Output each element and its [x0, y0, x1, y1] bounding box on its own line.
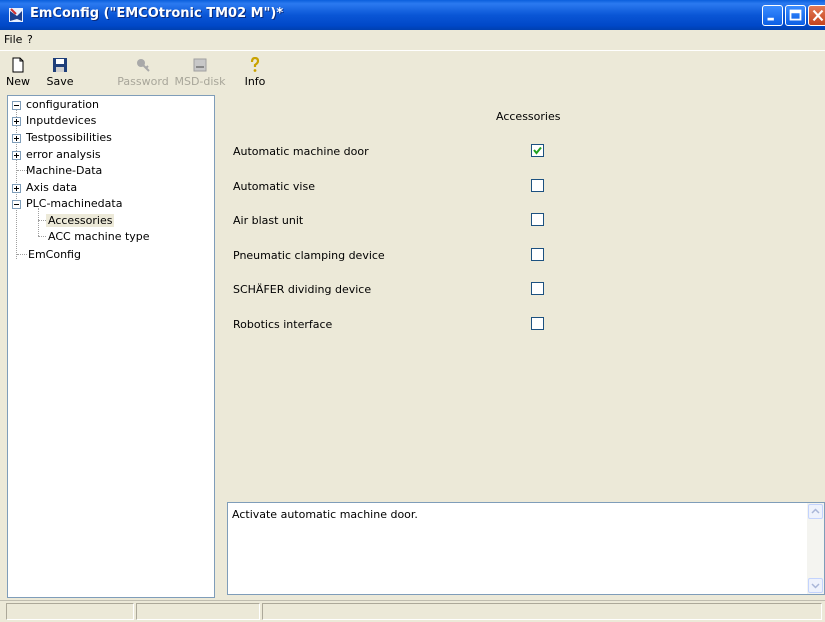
menu-file[interactable]: File: [4, 33, 22, 46]
info-label: Info: [244, 75, 266, 88]
tree-item-accessories[interactable]: Accessories: [46, 213, 115, 229]
tree-item-label: Testpossibilities: [26, 131, 112, 144]
tree-line: [38, 208, 40, 236]
info-button[interactable]: Info: [240, 55, 270, 93]
scroll-up-button[interactable]: [808, 504, 823, 519]
chevron-down-icon: [811, 583, 820, 589]
description-text: Activate automatic machine door.: [232, 508, 418, 521]
tree-item-acc-machine-type[interactable]: ACC machine type: [48, 229, 150, 245]
tree-item-label: Machine-Data: [26, 164, 103, 177]
expand-icon[interactable]: [12, 184, 21, 193]
pneumatic-clamping-device-checkbox[interactable]: [531, 248, 544, 261]
expand-icon[interactable]: [12, 134, 21, 143]
tree-line: [38, 220, 46, 222]
close-icon: [812, 9, 824, 22]
close-button[interactable]: [808, 5, 825, 26]
collapse-icon[interactable]: [12, 200, 21, 209]
question-mark-icon: [250, 57, 260, 72]
option-label: Automatic vise: [233, 180, 315, 193]
automatic-vise-checkbox[interactable]: [531, 179, 544, 192]
tree-item-label: PLC-machinedata: [26, 197, 123, 210]
status-bar: [0, 600, 825, 622]
tree-item-label: Axis data: [26, 181, 78, 194]
minimize-icon: [767, 17, 774, 21]
title-bar: EmConfig ("EMCOtronic TM02 M")*: [0, 0, 825, 30]
tree-item-testpossibilities[interactable]: Testpossibilities: [12, 130, 112, 146]
tree-item-label: error analysis: [26, 148, 101, 161]
new-document-icon: [12, 57, 24, 73]
disk-drive-icon: [193, 58, 207, 72]
tree-item-label: Inputdevices: [26, 114, 97, 127]
tree-item-inputdevices[interactable]: Inputdevices: [12, 113, 96, 129]
tree-item-machine-data[interactable]: Machine-Data: [26, 163, 102, 179]
vertical-scrollbar[interactable]: [807, 503, 824, 594]
check-icon: [533, 146, 542, 155]
tree-item-plc-machinedata[interactable]: PLC-machinedata: [12, 196, 122, 212]
maximize-icon: [789, 9, 802, 21]
expand-icon[interactable]: [12, 117, 21, 126]
tree-item-label: Accessories: [46, 214, 115, 227]
floppy-disk-icon: [53, 58, 67, 72]
collapse-icon[interactable]: [12, 101, 21, 110]
section-title: Accessories: [496, 110, 561, 123]
option-label: Air blast unit: [233, 214, 304, 227]
status-panel: [262, 603, 822, 620]
option-label: Pneumatic clamping device: [233, 249, 385, 262]
minimize-button[interactable]: [762, 5, 783, 26]
tree-line: [38, 236, 46, 238]
msd-disk-label: MSD-disk: [174, 75, 226, 88]
tree-item-label: configuration: [26, 98, 99, 111]
tree-item-emconfig[interactable]: EmConfig: [28, 247, 81, 263]
expand-icon[interactable]: [12, 151, 21, 160]
scroll-down-button[interactable]: [808, 578, 823, 593]
accessories-panel: Accessories Automatic machine door Autom…: [217, 95, 825, 500]
new-label: New: [6, 75, 30, 88]
robotics-interface-checkbox[interactable]: [531, 317, 544, 330]
key-icon: [137, 59, 150, 72]
automatic-machine-door-checkbox[interactable]: [531, 144, 544, 157]
save-button[interactable]: Save: [45, 55, 75, 93]
option-label: SCHÄFER dividing device: [233, 283, 372, 296]
new-button[interactable]: New: [3, 55, 33, 93]
status-panel: [6, 603, 134, 620]
maximize-button[interactable]: [785, 5, 806, 26]
menu-bar: File ?: [0, 30, 825, 50]
toolbar: New Save Password MSD-disk Info: [0, 52, 825, 94]
configuration-tree: configuration Inputdevices Testpossibili…: [7, 95, 215, 598]
air-blast-unit-checkbox[interactable]: [531, 213, 544, 226]
chevron-up-icon: [811, 508, 820, 514]
tree-item-label: ACC machine type: [48, 230, 150, 243]
menu-separator: [0, 50, 825, 51]
option-label: Robotics interface: [233, 318, 333, 331]
password-button[interactable]: Password: [116, 55, 170, 93]
window-title: EmConfig ("EMCOtronic TM02 M")*: [30, 6, 284, 21]
schaefer-dividing-device-checkbox[interactable]: [531, 282, 544, 295]
menu-help[interactable]: ?: [27, 33, 33, 46]
app-logo-icon: [9, 8, 23, 22]
tree-item-axis-data[interactable]: Axis data: [12, 180, 77, 196]
tree-line: [17, 254, 27, 256]
status-panel: [136, 603, 260, 620]
save-label: Save: [46, 75, 74, 88]
password-label: Password: [117, 75, 169, 88]
tree-item-error-analysis[interactable]: error analysis: [12, 147, 101, 163]
description-box[interactable]: Activate automatic machine door.: [227, 502, 825, 595]
option-label: Automatic machine door: [233, 145, 369, 158]
tree-item-label: EmConfig: [28, 248, 81, 261]
msd-disk-button[interactable]: MSD-disk: [173, 55, 227, 93]
tree-item-configuration[interactable]: configuration: [12, 97, 99, 113]
